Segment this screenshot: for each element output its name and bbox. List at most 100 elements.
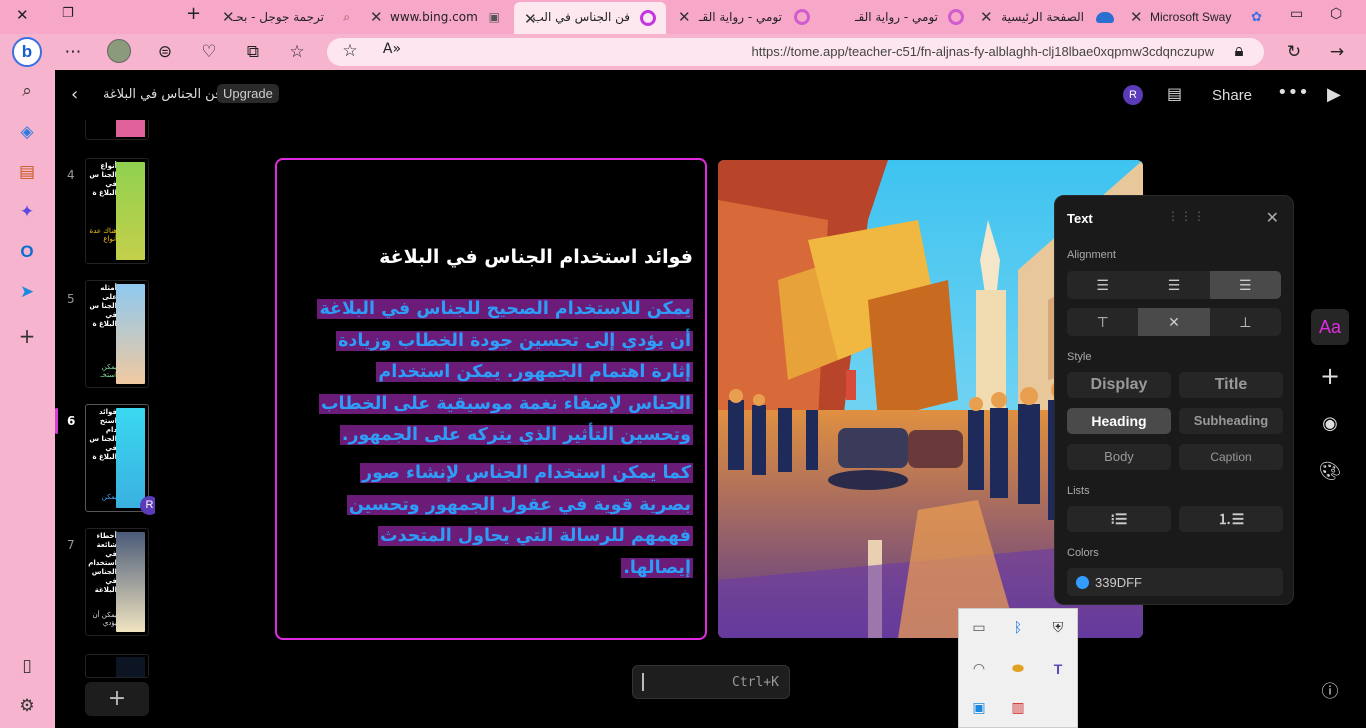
tab-tome-active[interactable]: ✕ فن الجناس في الب [514, 2, 666, 34]
send-icon[interactable]: ➤ [14, 282, 40, 302]
close-icon[interactable]: ✕ [980, 8, 993, 26]
user-avatar[interactable]: R [1123, 85, 1143, 105]
align-top-icon[interactable]: ⊤ [1067, 308, 1138, 336]
slide-thumb[interactable]: أخطاء شائعة في استخدام الجناس في البلاغة… [85, 528, 149, 636]
tab-bing[interactable]: ✕ www.bing.com ▣ [362, 4, 510, 30]
performance-icon[interactable]: ♡ [198, 42, 220, 62]
storage-icon[interactable]: ⬬ [1007, 658, 1029, 680]
forward-icon[interactable]: → [1326, 42, 1348, 62]
tab-google-translate[interactable]: ✕ ترجمة جوجل - بحـ ⌕ [212, 4, 358, 30]
tab-tome-novel-1[interactable]: ✕ تومي - رواية القـ [670, 4, 818, 30]
tab-actions-icon[interactable]: ✕ [16, 6, 29, 24]
bing-logo-icon[interactable]: b [12, 37, 42, 67]
align-right-icon[interactable]: ☰ [1209, 271, 1281, 299]
slide-thumb-active[interactable]: فوائد استخ دام الجنا س في البلاغ ة يمكن [85, 404, 149, 512]
style-title-button[interactable]: Title [1179, 372, 1283, 398]
edge-sidebar: ⌕ ◈ ▤ ✦ O ➤ + ▯ ⚙ [0, 70, 55, 728]
profile-avatar[interactable] [107, 39, 131, 63]
style-body-button[interactable]: Body [1067, 444, 1171, 470]
add-slide-button[interactable]: + [85, 682, 149, 716]
align-middle-icon[interactable]: ✕ [1138, 308, 1210, 336]
slide-heading[interactable]: فوائد استخدام الجناس في البلاغة [379, 246, 693, 268]
bullet-list-icon[interactable]: ⁝☰ [1067, 506, 1171, 532]
slide-paragraph-2[interactable]: كما يمكن استخدام الجناس لإنشاء صور بصرية… [313, 458, 693, 584]
slide-thumb-sub: يمكن استخـ [100, 363, 118, 379]
share-button[interactable]: Share [1212, 87, 1252, 104]
close-icon[interactable]: ✕ [370, 8, 383, 26]
style-display-button[interactable]: Display [1067, 372, 1171, 398]
wireless-icon[interactable]: ◠ [968, 658, 990, 680]
settings-icon[interactable]: ⚙ [14, 696, 40, 716]
theme-palette-icon[interactable]: 🎨︎ [1311, 454, 1349, 490]
color-hex-value[interactable]: 339DFF [1095, 575, 1142, 590]
align-center-icon[interactable]: ☰ [1138, 271, 1209, 299]
browser-essentials-icon[interactable]: ⊜ [154, 42, 176, 62]
close-icon[interactable]: ✕ [1266, 208, 1279, 228]
lock-icon[interactable]: 🔒︎ [1228, 41, 1250, 61]
more-options-icon[interactable]: ••• [1277, 82, 1309, 103]
slide-thumb-image [116, 657, 145, 677]
tome-logo-icon [640, 10, 656, 26]
style-heading-button[interactable]: Heading [1067, 408, 1171, 434]
address-bar[interactable]: ☆ A» https://tome.app/teacher-c51/fn-alj… [327, 38, 1264, 66]
style-caption-button[interactable]: Caption [1179, 444, 1283, 470]
tab-home[interactable]: ✕ الصفحة الرئيسية [976, 4, 1120, 30]
split-screen-icon[interactable]: ▭ [1290, 6, 1303, 22]
color-swatch[interactable] [1076, 576, 1089, 589]
url-text[interactable]: https://tome.app/teacher-c51/fn-aljnas-f… [752, 44, 1214, 59]
command-bar[interactable]: Ctrl+K [632, 665, 790, 699]
slide-thumb-partial[interactable] [85, 654, 149, 678]
slide-text-card[interactable]: فوائد استخدام الجناس في البلاغة يمكن للا… [275, 158, 707, 640]
colors-label: Colors [1067, 547, 1099, 559]
slide-thumb[interactable]: أنواع الجنا س في البلاغ ة هناك عدة أنواع [85, 158, 149, 264]
slide-thumb-image [116, 120, 145, 137]
outlook-icon[interactable]: O [14, 242, 40, 262]
display-icon[interactable]: ▭ [968, 617, 990, 639]
page-icon: ▣ [488, 10, 500, 24]
tab-tome-novel-2[interactable]: تومي - رواية القـ [822, 4, 970, 30]
record-icon[interactable]: ◉ [1311, 406, 1349, 442]
slide-number: 5 [67, 292, 75, 306]
slide-thumb-partial[interactable] [85, 120, 149, 140]
drag-handle-icon[interactable]: ⋮⋮⋮ [1167, 209, 1206, 223]
comments-icon[interactable]: ▤ [1167, 84, 1182, 103]
align-bottom-icon[interactable]: ⊥ [1210, 308, 1281, 336]
search-icon[interactable]: ⌕ [14, 81, 40, 101]
text-color-field[interactable]: 339DFF [1067, 568, 1283, 596]
workspaces-icon[interactable]: ❐ [62, 6, 74, 21]
security-shield-icon[interactable]: ⛨ [1047, 617, 1069, 639]
close-icon[interactable]: ✕ [678, 8, 691, 26]
camera-icon[interactable]: ▣ [968, 697, 990, 719]
numbered-list-icon[interactable]: ⒈☰ [1179, 506, 1283, 532]
shopping-tag-icon[interactable]: ◈ [14, 122, 40, 142]
upgrade-button[interactable]: Upgrade [217, 84, 279, 103]
add-icon[interactable]: + [14, 324, 40, 348]
align-left-icon[interactable]: ☰ [1067, 271, 1138, 299]
collections-icon[interactable]: ⧉ [242, 42, 264, 62]
tab-sway[interactable]: ✕ Microsoft Sway ✿ [1124, 4, 1272, 30]
bluetooth-icon[interactable]: ᛒ [1007, 617, 1029, 639]
teams-icon[interactable]: T [1047, 658, 1069, 680]
back-chevron-icon[interactable]: ‹ [71, 84, 78, 105]
close-icon[interactable]: ✕ [1130, 8, 1143, 26]
refresh-icon[interactable]: ↻ [1283, 42, 1305, 62]
tools-briefcase-icon[interactable]: ▤ [14, 162, 40, 182]
extensions-icon[interactable]: ⬡ [1330, 6, 1342, 22]
tab-label: تومي - رواية القـ [698, 10, 782, 24]
text-tool-button[interactable]: Aa [1311, 309, 1349, 345]
add-favorite-icon[interactable]: ☆ [339, 41, 361, 61]
slide-paragraph-1[interactable]: يمكن للاستخدام الصحيح للجناس في البلاغة … [313, 294, 693, 452]
favorites-icon[interactable]: ☆ [286, 42, 308, 62]
add-element-icon[interactable]: + [1311, 358, 1349, 394]
copilot-icon[interactable]: ✦ [14, 202, 40, 222]
slide-thumb[interactable]: أمثله على الجنا س في البلاغ ة يمكن استخـ [85, 280, 149, 388]
present-play-icon[interactable]: ▶ [1327, 84, 1341, 105]
new-tab-icon[interactable]: + [186, 3, 201, 24]
help-icon[interactable]: ⓘ [1311, 674, 1349, 710]
more-icon[interactable]: ⋯ [62, 42, 84, 62]
read-aloud-icon[interactable]: A» [381, 41, 403, 57]
app-icon[interactable]: ▥ [1007, 697, 1029, 719]
document-title[interactable]: فن الجناس في البلاغة [103, 87, 221, 102]
sidebar-toggle-icon[interactable]: ▯ [14, 656, 40, 676]
style-subheading-button[interactable]: Subheading [1179, 408, 1283, 434]
